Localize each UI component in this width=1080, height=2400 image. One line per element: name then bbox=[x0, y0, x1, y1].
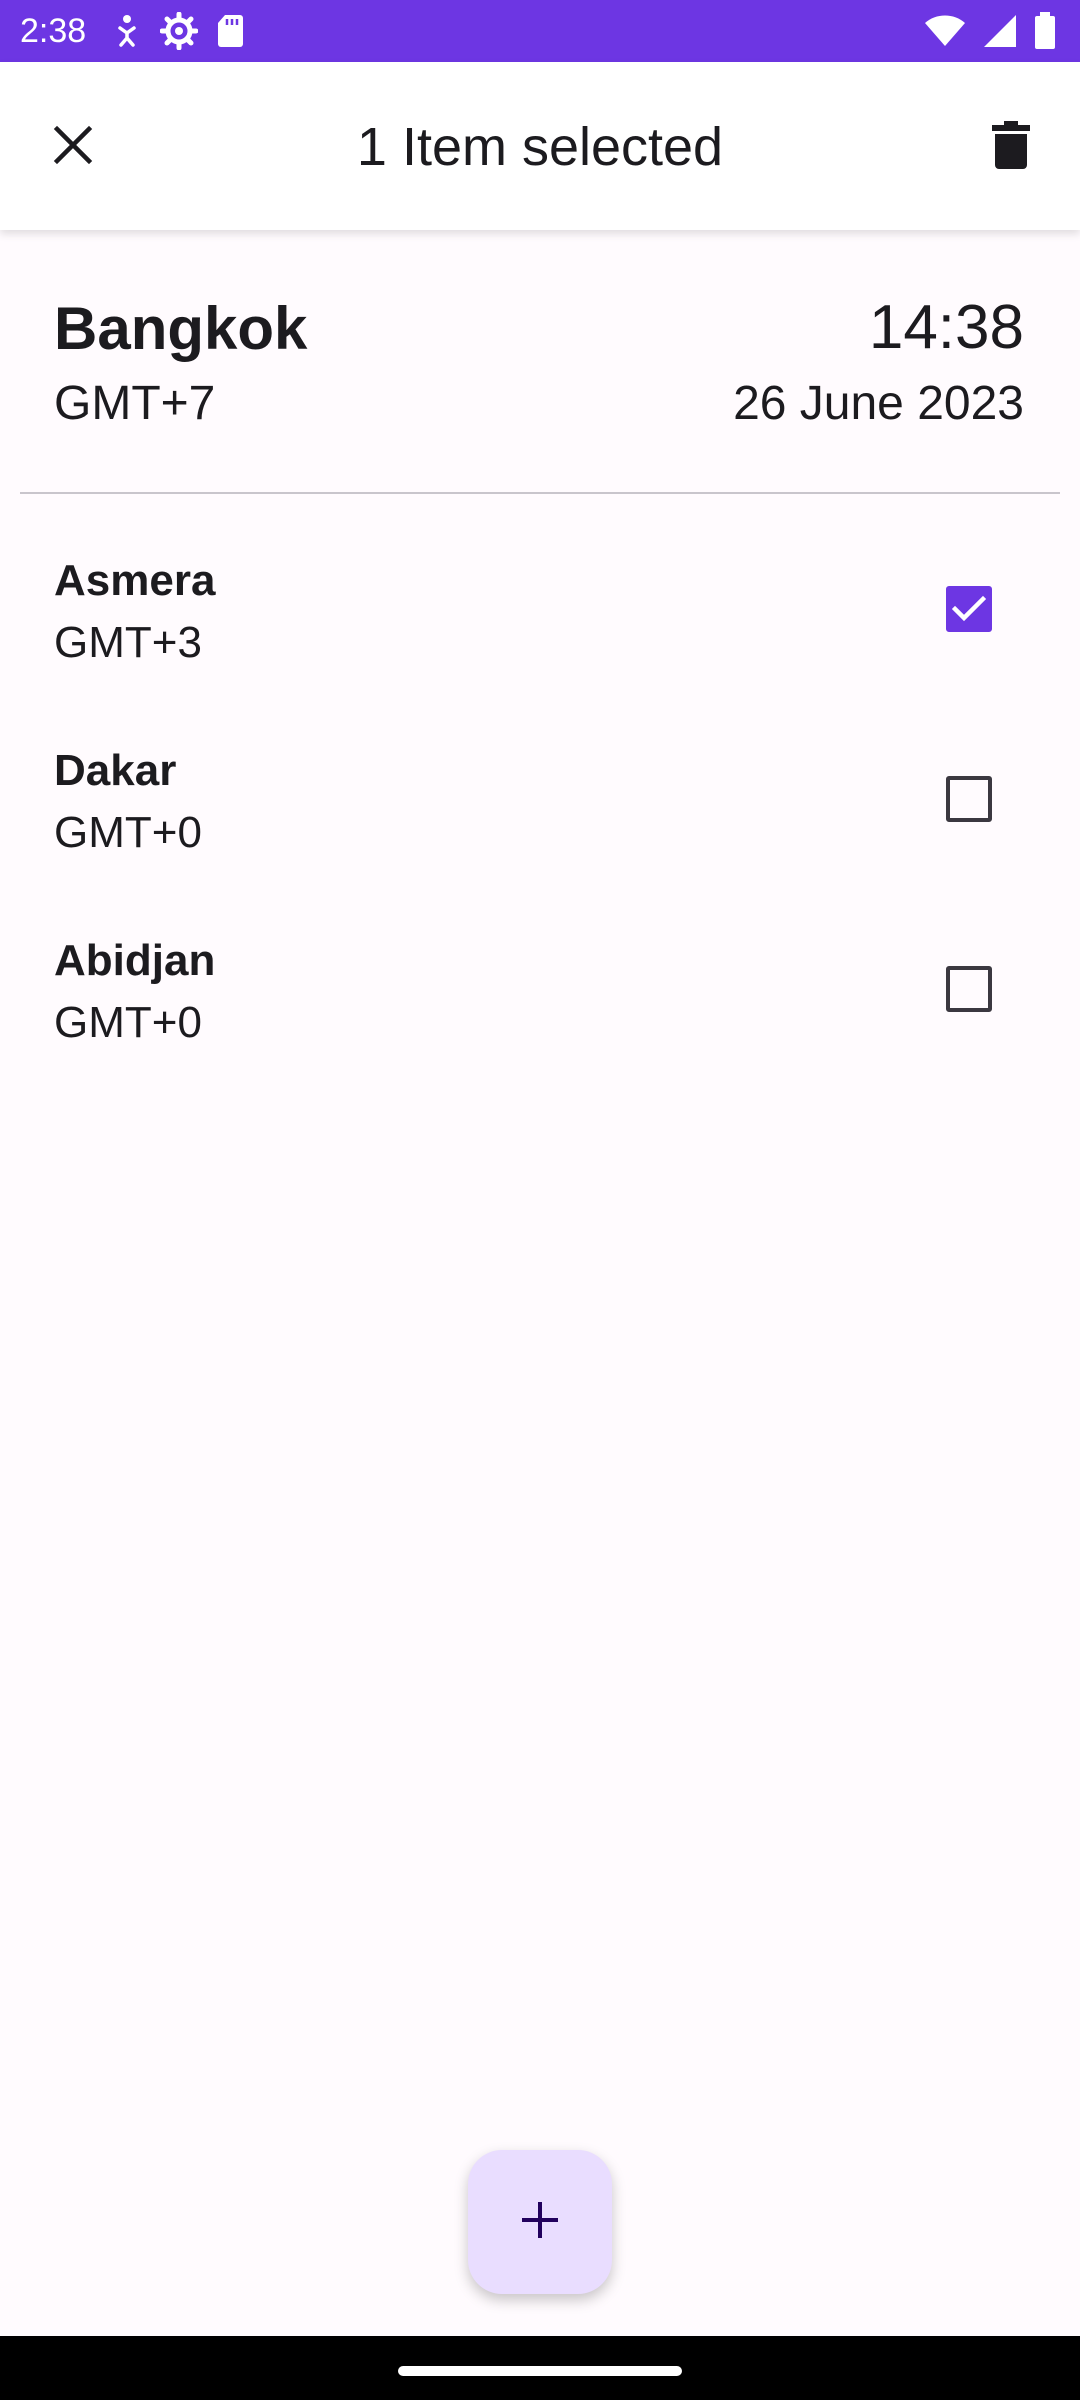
city-list: Asmera GMT+3 Dakar GMT+0 Abidjan GMT+0 bbox=[0, 540, 1080, 1110]
home-clock: Bangkok GMT+7 14:38 26 June 2023 bbox=[0, 230, 1080, 494]
list-item[interactable]: Abidjan GMT+0 bbox=[0, 920, 1080, 1110]
settings-gear-icon bbox=[159, 11, 199, 55]
home-city-date: 26 June 2023 bbox=[733, 377, 1024, 430]
home-gesture-handle[interactable] bbox=[398, 2366, 682, 2376]
status-right-icons bbox=[924, 12, 1056, 55]
city-timezone: GMT+3 bbox=[54, 618, 202, 667]
list-item[interactable]: Dakar GMT+0 bbox=[0, 730, 1080, 920]
city-checkbox[interactable] bbox=[946, 966, 992, 1012]
cellular-signal-icon bbox=[982, 13, 1018, 54]
city-checkbox[interactable] bbox=[946, 776, 992, 822]
city-checkbox[interactable] bbox=[946, 586, 992, 632]
navigation-bar bbox=[0, 2336, 1080, 2400]
city-name: Abidjan bbox=[54, 936, 216, 985]
status-left-icons bbox=[112, 11, 244, 55]
battery-icon bbox=[1034, 12, 1056, 55]
plus-icon bbox=[520, 2200, 560, 2245]
city-name: Dakar bbox=[54, 746, 177, 795]
sd-card-icon bbox=[216, 13, 244, 54]
accessibility-icon bbox=[112, 14, 142, 53]
wifi-icon bbox=[924, 14, 966, 53]
list-item[interactable]: Asmera GMT+3 bbox=[0, 540, 1080, 730]
home-city-name: Bangkok bbox=[54, 295, 308, 362]
home-city-timezone: GMT+7 bbox=[54, 377, 216, 430]
check-icon bbox=[952, 595, 986, 622]
city-timezone: GMT+0 bbox=[54, 998, 202, 1047]
selection-app-bar: 1 Item selected bbox=[0, 62, 1080, 230]
divider bbox=[20, 492, 1060, 494]
status-bar: 2:38 bbox=[0, 0, 1080, 62]
selection-title: 1 Item selected bbox=[356, 117, 724, 177]
city-timezone: GMT+0 bbox=[54, 808, 202, 857]
delete-button[interactable] bbox=[978, 114, 1044, 180]
trash-icon bbox=[992, 120, 1030, 174]
add-city-button[interactable] bbox=[468, 2150, 612, 2294]
home-city-time: 14:38 bbox=[868, 293, 1024, 362]
status-time: 2:38 bbox=[20, 12, 87, 50]
city-name: Asmera bbox=[54, 556, 216, 605]
